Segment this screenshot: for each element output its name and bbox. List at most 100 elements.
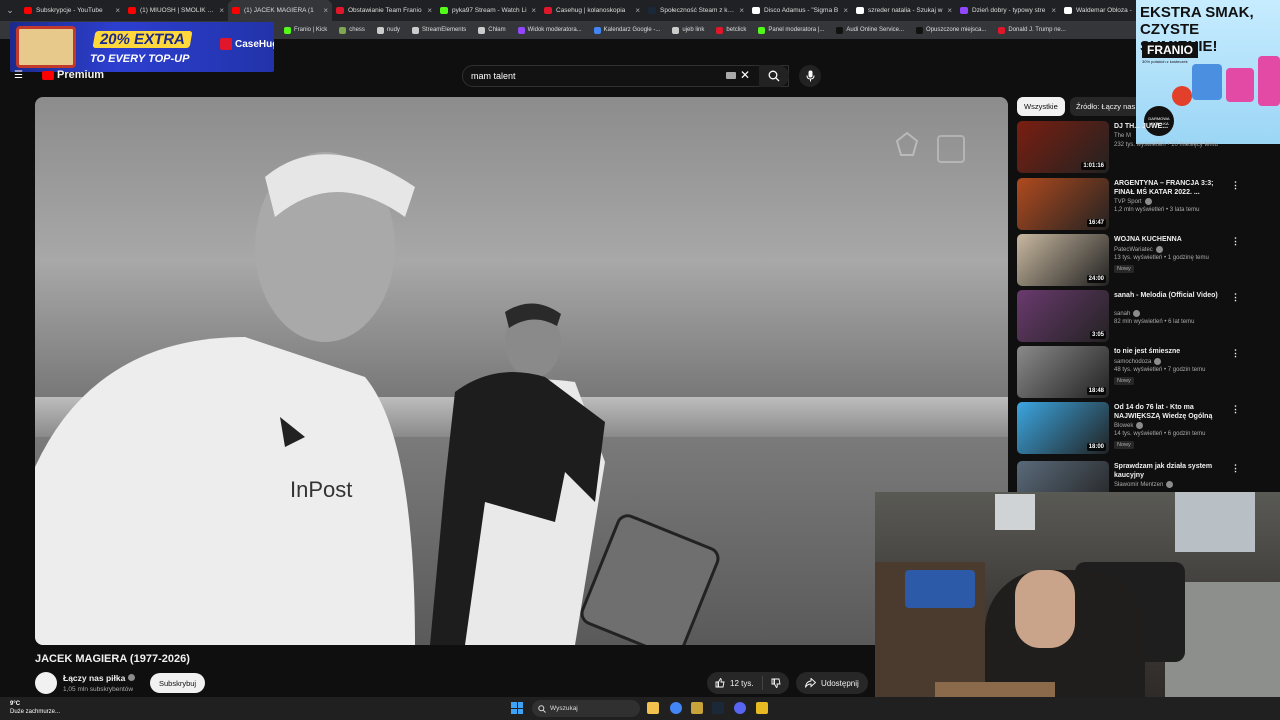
recommendation-item[interactable]: 3:05 sanah - Melodia (Official Video) sana… [1017,290,1247,342]
bookmark-item[interactable]: Audi Online Service... [836,26,904,34]
search-button[interactable] [759,65,789,87]
recommendation-item[interactable]: Sprawdzam jak działa system kaucyjny Sław… [1017,461,1247,492]
recommendation-item[interactable]: 1:01:16 DJ TH... JUWE... The M 232 tys. wyś… [1017,121,1247,173]
tab-close-icon[interactable]: × [115,6,120,15]
file-explorer-icon[interactable] [647,702,659,714]
filter-chip-source[interactable]: Źródło: Łączy nas piłka [1070,97,1140,116]
recommendation-title[interactable]: DJ TH... JUWE... [1114,122,1232,131]
taskbar-search[interactable]: Wyszukaj [532,700,640,717]
tab-close-icon[interactable]: × [1051,6,1056,15]
discord-icon[interactable] [734,702,746,714]
recommendation-channel[interactable]: Blowek [1114,422,1144,429]
recommendation-channel[interactable]: The M [1114,133,1131,139]
recommendation-channel[interactable]: PatecWariatec [1114,246,1163,253]
bookmark-item[interactable]: Kalendarz Google -... [593,26,660,34]
tab-close-icon[interactable]: × [739,6,744,15]
filter-chip-all[interactable]: Wszystkie [1017,97,1065,116]
menu-icon[interactable]: ☰ [14,70,23,81]
tab-close-icon[interactable]: × [843,6,848,15]
recommendation-channel[interactable]: sanah [1114,310,1141,317]
bookmark-item[interactable]: Panel moderatora |... [758,26,824,34]
channel-avatar[interactable] [35,672,57,694]
bookmark-item[interactable]: chess [339,26,365,34]
video-thumbnail[interactable]: 18:00 [1017,402,1109,454]
recommendation-channel[interactable]: TVP Sport [1114,198,1152,205]
more-options-icon[interactable]: ⋮ [1231,404,1240,415]
bookmark-item[interactable]: Chłam [478,26,506,34]
bookmark-label: Widok moderatora... [527,27,582,33]
bookmark-item[interactable]: nudy [376,26,400,34]
browser-tab[interactable]: Społeczność Steam z kolu × [644,0,748,21]
steam-icon[interactable] [712,702,724,714]
video-player[interactable]: InPost [35,97,1008,645]
tab-close-icon[interactable]: × [219,6,224,15]
casehug-ad-banner[interactable]: 20% EXTRA TO EVERY TOP-UP CaseHug [10,22,274,72]
recommendation-title[interactable]: Sprawdzam jak działa system kaucyjny [1114,462,1232,480]
tab-list-chevron-icon[interactable]: ⌄ [0,0,20,21]
recommendation-title[interactable]: Od 14 do 76 lat - Kto ma NAJWIĘKSZĄ Wied… [1114,403,1232,421]
more-options-icon[interactable]: ⋮ [1231,236,1240,247]
subscribe-button[interactable]: Subskrybuj [150,673,206,693]
recommendation-channel-name: samochodoza [1114,358,1152,365]
video-thumbnail[interactable]: 16:47 [1017,178,1109,230]
tab-close-icon[interactable]: × [323,6,328,15]
recommendation-title[interactable]: ARGENTYNA – FRANCJA 3:3; FINAŁ MŚ KATAR … [1114,179,1232,197]
tab-close-icon[interactable]: × [427,6,432,15]
browser-tab[interactable]: szreder natalia - Szukaj w × [852,0,956,21]
browser-tab[interactable]: (1) MIUOSH | SMOLIK | N × [124,0,228,21]
more-options-icon[interactable]: ⋮ [1231,463,1240,474]
tab-close-icon[interactable]: × [531,6,536,15]
app-icon[interactable] [691,702,703,714]
recommendation-channel[interactable]: Sławomir Mentzen [1114,481,1174,488]
voice-search-button[interactable] [799,65,821,87]
bookmark-label: Opuszczone miejsca... [926,27,987,33]
video-thumbnail[interactable]: 1:01:16 [1017,121,1109,173]
browser-tab[interactable]: Casehug | kolanoskopia × [540,0,644,21]
recommendation-title[interactable]: to nie jest śmieszne [1114,347,1232,356]
video-thumbnail[interactable]: 24:00 [1017,234,1109,286]
recommendation-item[interactable]: 18:48 to nie jest śmieszne samochodoza 48 t… [1017,346,1247,398]
chrome-icon[interactable] [670,702,682,714]
more-options-icon[interactable]: ⋮ [1231,348,1240,359]
recommendation-channel[interactable]: samochodoza [1114,358,1162,365]
video-thumbnail[interactable] [1017,461,1109,492]
browser-tab[interactable]: (1) JACEK MAGIERA (1 × [228,0,332,21]
keyboard-icon[interactable] [726,72,736,79]
bookmark-item[interactable]: Opuszczone miejsca... [916,26,987,34]
clear-search-icon[interactable]: ✕ [740,68,750,82]
share-button[interactable]: Udostępnij [796,672,868,694]
dislike-button[interactable] [763,678,789,688]
tab-close-icon[interactable]: × [635,6,640,15]
recommendation-item[interactable]: 16:47 ARGENTYNA – FRANCJA 3:3; FINAŁ MŚ K… [1017,178,1247,230]
recommendation-item[interactable]: 18:00 Od 14 do 76 lat - Kto ma NAJWIĘKSZĄ… [1017,402,1247,454]
recommendation-title[interactable]: WOJNA KUCHENNA [1114,235,1232,244]
recommendation-item[interactable]: 24:00 WOJNA KUCHENNA PatecWariatec 13 tys. … [1017,234,1247,286]
video-thumbnail[interactable]: 3:05 [1017,290,1109,342]
bookmark-item[interactable]: Widok moderatora... [517,26,582,34]
verified-icon [127,674,135,681]
video-thumbnail[interactable]: 18:48 [1017,346,1109,398]
more-options-icon[interactable]: ⋮ [1231,180,1240,191]
browser-tab[interactable]: Subskrypcje - YouTube × [20,0,124,21]
bookmark-item[interactable]: ujeb link [672,26,704,34]
bookmark-favicon-icon [716,26,724,34]
recommendation-title[interactable]: sanah - Melodia (Official Video) [1114,291,1232,300]
windows-start-icon[interactable] [511,702,523,714]
app-icon[interactable] [756,702,768,714]
tab-close-icon[interactable]: × [947,6,952,15]
tab-favicon-icon [752,7,760,14]
browser-tab[interactable]: Obstawianie Team Franio × [332,0,436,21]
browser-tab[interactable]: pyka97 Stream - Watch Li × [436,0,540,21]
browser-tab[interactable]: Disco Adamus - "Sigma B × [748,0,852,21]
channel-name[interactable]: Łączy nas piłka [63,673,135,683]
side-ad-brand: FRANIO [1142,42,1198,58]
more-options-icon[interactable]: ⋮ [1231,292,1240,303]
like-button[interactable]: 12 tys. [707,676,763,690]
weather-widget[interactable]: 9°C Duże zachmurze... [10,700,60,716]
bookmark-item[interactable]: betclick [716,26,746,34]
bookmark-item[interactable]: Franio | Kick [284,26,327,34]
youtube-premium-logo[interactable]: Premium [42,69,104,81]
browser-tab[interactable]: Dzień dobry - typowy stre × [956,0,1060,21]
bookmark-item[interactable]: Donald J. Trump ne... [998,26,1066,34]
bookmark-item[interactable]: StreamElements [411,26,466,34]
